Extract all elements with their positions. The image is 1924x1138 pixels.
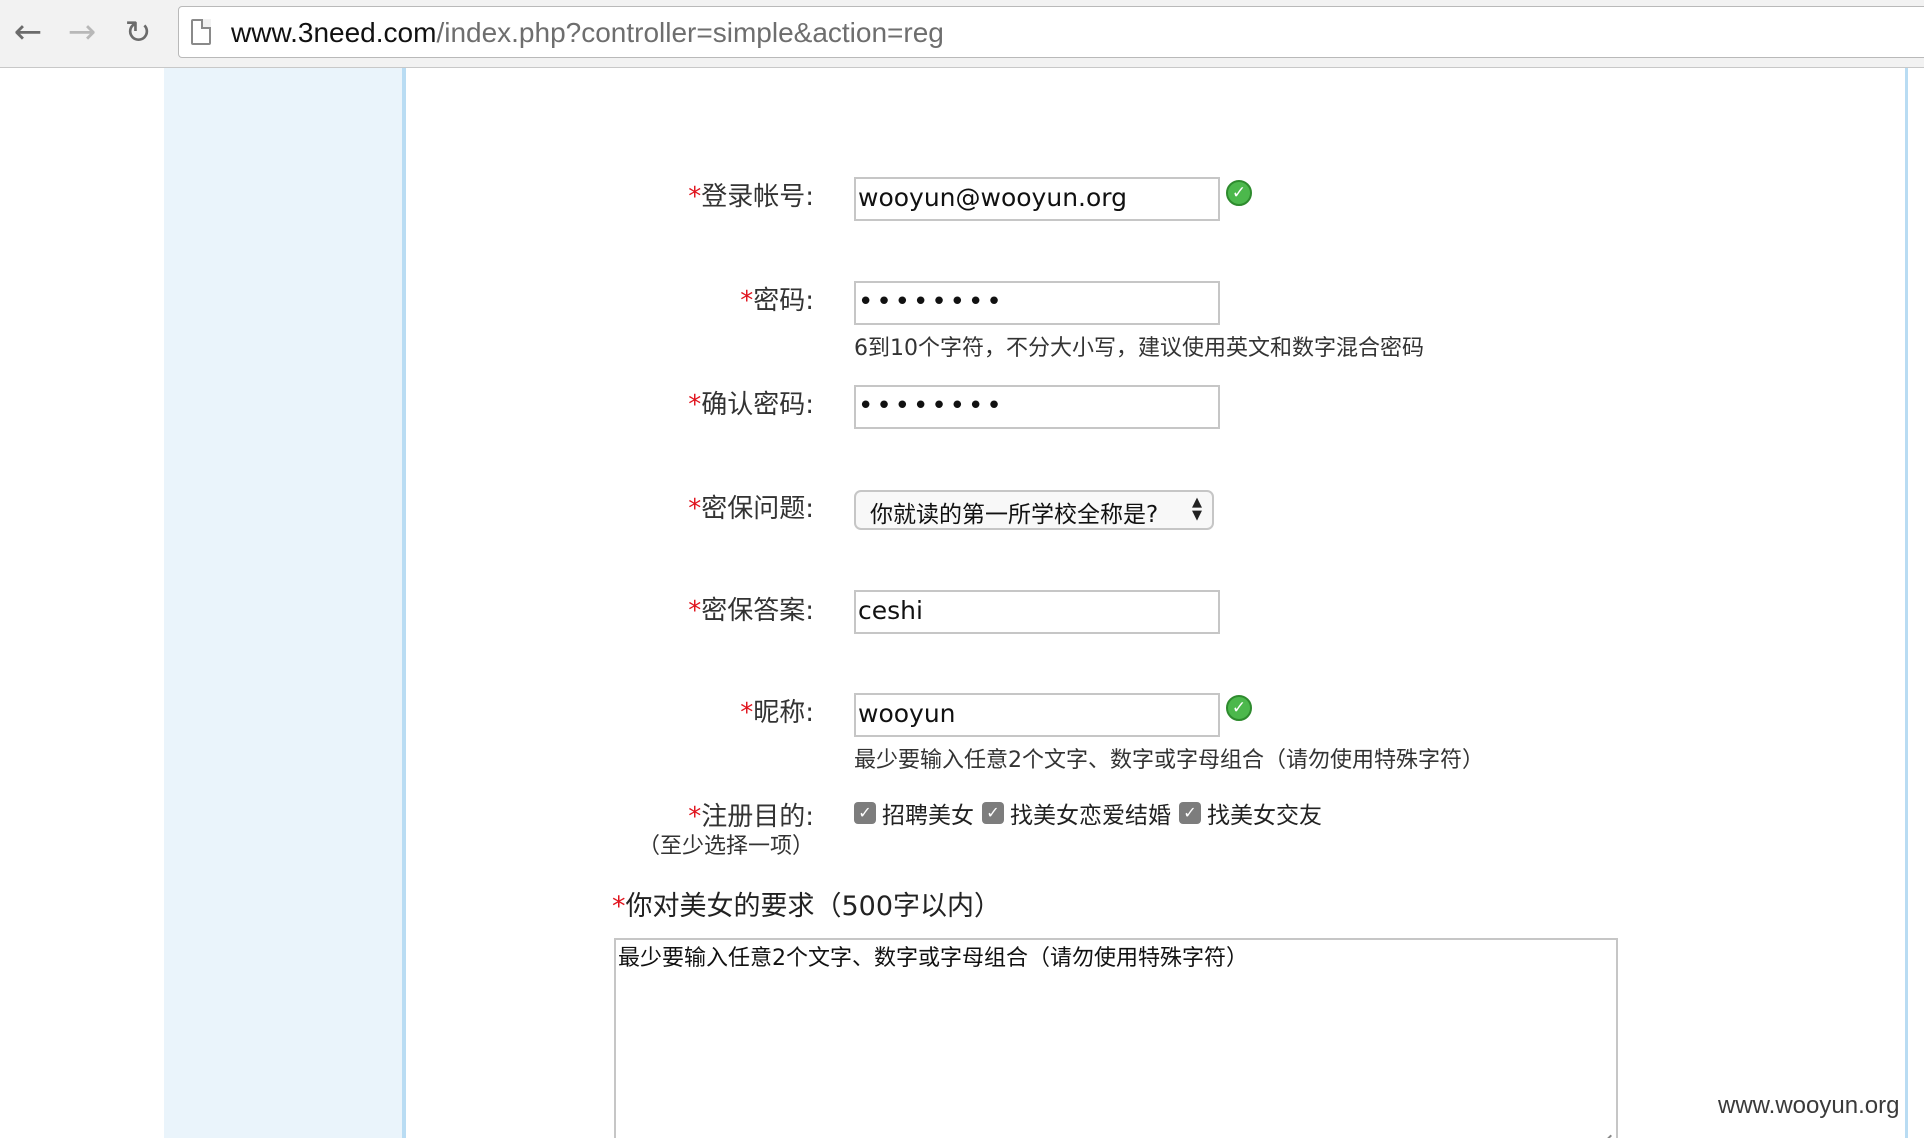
purpose-checkbox-3[interactable]: ✓ 找美女交友 bbox=[1179, 796, 1322, 830]
password-hint: 6到10个字符，不分大小写，建议使用英文和数字混合密码 bbox=[854, 336, 1424, 361]
purpose-checkbox-group: ✓ 招聘美女 ✓ 找美女恋爱结婚 ✓ 找美女交友 bbox=[854, 796, 1330, 830]
password-label: *密码: bbox=[740, 280, 814, 317]
forward-arrow-icon[interactable]: → bbox=[62, 10, 102, 54]
page-icon bbox=[191, 19, 211, 45]
account-label-text: 登录帐号: bbox=[701, 182, 814, 212]
required-star: * bbox=[740, 286, 754, 316]
required-star: * bbox=[688, 596, 702, 626]
required-star: * bbox=[740, 698, 754, 728]
select-arrows-icon: ▲ ▼ bbox=[1192, 495, 1202, 523]
purpose-sublabel: （至少选择一项） bbox=[637, 834, 814, 859]
answer-label-text: 密保答案: bbox=[701, 596, 814, 626]
security-question-label: *密保问题: bbox=[688, 488, 814, 525]
checkbox-checked-icon[interactable]: ✓ bbox=[982, 802, 1004, 824]
required-star: * bbox=[688, 494, 702, 524]
requirements-label-text: 你对美女的要求（500字以内） bbox=[625, 891, 1002, 922]
watermark-text: www.wooyun.org bbox=[1718, 1092, 1900, 1119]
requirements-label: *你对美女的要求（500字以内） bbox=[612, 884, 1001, 923]
nickname-hint: 最少要输入任意2个文字、数字或字母组合（请勿使用特殊字符） bbox=[854, 748, 1484, 773]
url-path: /index.php?controller=simple&action=reg bbox=[436, 17, 944, 48]
question-label-text: 密保问题: bbox=[701, 494, 814, 524]
security-answer-input[interactable]: ceshi bbox=[854, 590, 1220, 634]
security-question-select[interactable]: 你就读的第一所学校全称是? ▲ ▼ bbox=[854, 490, 1214, 530]
purpose-option-label: 找美女恋爱结婚 bbox=[1010, 803, 1171, 829]
requirements-textarea[interactable]: 最少要输入任意2个文字、数字或字母组合（请勿使用特殊字符） bbox=[614, 938, 1618, 1138]
checkbox-checked-icon[interactable]: ✓ bbox=[854, 802, 876, 824]
required-star: * bbox=[688, 390, 702, 420]
purpose-checkbox-2[interactable]: ✓ 找美女恋爱结婚 bbox=[982, 796, 1171, 830]
back-arrow-icon[interactable]: ← bbox=[8, 10, 48, 54]
left-sidebar-panel bbox=[164, 68, 402, 1138]
purpose-option-label: 找美女交友 bbox=[1207, 803, 1322, 829]
resize-grip-icon[interactable] bbox=[1598, 1122, 1612, 1136]
security-answer-label: *密保答案: bbox=[688, 590, 814, 627]
nickname-label: *昵称: bbox=[740, 692, 814, 729]
account-label: *登录帐号: bbox=[688, 176, 814, 213]
security-question-value: 你就读的第一所学校全称是? bbox=[870, 502, 1159, 528]
confirm-password-input[interactable]: •••••••• bbox=[854, 385, 1220, 429]
confirm-password-label: *确认密码: bbox=[688, 384, 814, 421]
requirements-text: 最少要输入任意2个文字、数字或字母组合（请勿使用特殊字符） bbox=[618, 946, 1248, 971]
nickname-label-text: 昵称: bbox=[753, 698, 814, 728]
valid-check-icon: ✓ bbox=[1226, 695, 1252, 721]
required-star: * bbox=[612, 891, 626, 922]
url-text[interactable]: www.3need.com/index.php?controller=simpl… bbox=[231, 17, 944, 49]
purpose-option-label: 招聘美女 bbox=[882, 803, 974, 829]
checkbox-checked-icon[interactable]: ✓ bbox=[1179, 802, 1201, 824]
confirm-label-text: 确认密码: bbox=[701, 390, 814, 420]
required-star: * bbox=[688, 182, 702, 212]
browser-toolbar: ← → ↻ www.3need.com/index.php?controller… bbox=[0, 0, 1924, 68]
account-input[interactable]: wooyun@wooyun.org bbox=[854, 177, 1220, 221]
password-input[interactable]: •••••••• bbox=[854, 281, 1220, 325]
purpose-checkbox-1[interactable]: ✓ 招聘美女 bbox=[854, 796, 974, 830]
nickname-input[interactable]: wooyun bbox=[854, 693, 1220, 737]
address-bar[interactable]: www.3need.com/index.php?controller=simpl… bbox=[178, 6, 1924, 58]
valid-check-icon: ✓ bbox=[1226, 180, 1252, 206]
password-label-text: 密码: bbox=[753, 286, 814, 316]
url-host: www.3need.com bbox=[231, 17, 437, 48]
reload-icon[interactable]: ↻ bbox=[118, 10, 158, 54]
